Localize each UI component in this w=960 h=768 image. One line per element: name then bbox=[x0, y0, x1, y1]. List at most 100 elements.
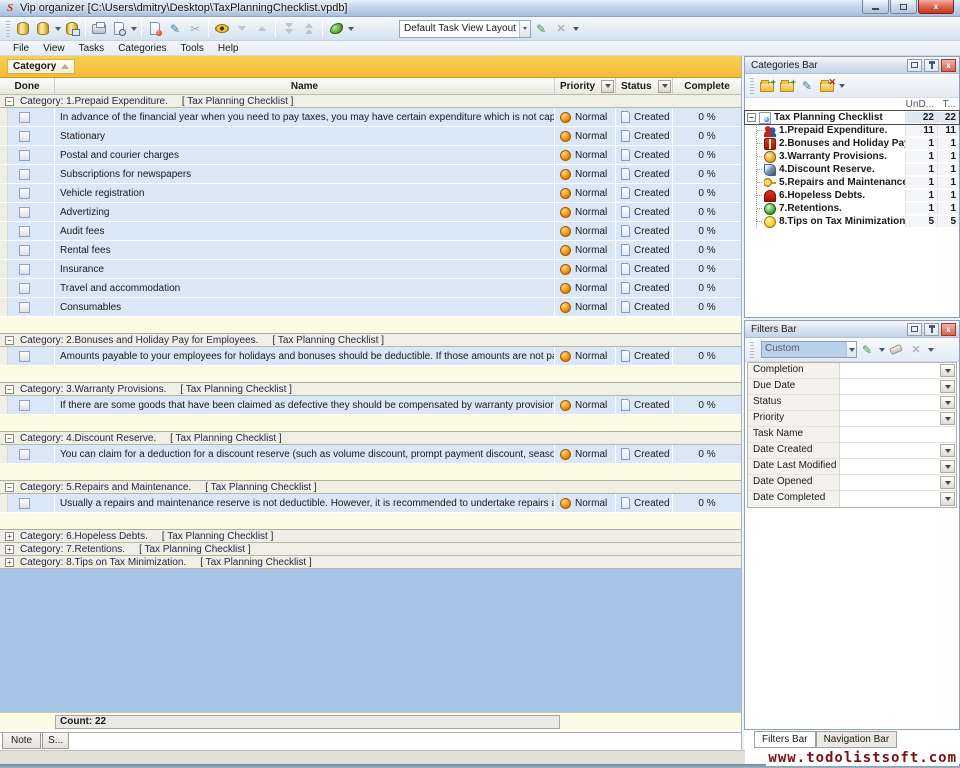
group-header[interactable]: − Category: 1.Prepaid Expenditure. [ Tax… bbox=[0, 95, 741, 108]
group-header[interactable]: − Category: 4.Discount Reserve. [ Tax Pl… bbox=[0, 432, 741, 445]
group-header[interactable]: − Category: 2.Bonuses and Holiday Pay fo… bbox=[0, 334, 741, 347]
note-panel-tab[interactable]: S... bbox=[42, 733, 69, 749]
task-checkbox[interactable] bbox=[19, 283, 30, 294]
column-header-done[interactable]: Done bbox=[0, 78, 55, 94]
priority-cell[interactable]: Normal bbox=[555, 203, 616, 221]
task-name[interactable]: Insurance bbox=[55, 260, 555, 278]
group-expand-icon[interactable]: − bbox=[5, 483, 14, 492]
filter-dropdown-button[interactable] bbox=[940, 492, 955, 506]
status-cell[interactable]: Created bbox=[616, 222, 673, 240]
task-row[interactable]: Subscriptions for newspapers Normal Crea… bbox=[0, 165, 741, 184]
category-label[interactable]: 3.Warranty Provisions. bbox=[779, 151, 905, 162]
menu-categories[interactable]: Categories bbox=[111, 41, 173, 55]
new-subcategory-button[interactable]: + bbox=[777, 76, 797, 96]
open-database-dropdown[interactable] bbox=[53, 19, 62, 39]
delete-filter-button[interactable]: ✕ bbox=[906, 340, 926, 360]
save-filter-button[interactable]: ✎ bbox=[857, 340, 877, 360]
print-dropdown[interactable] bbox=[129, 19, 138, 39]
note-panel-tab[interactable]: Note bbox=[2, 733, 41, 749]
group-expand-icon[interactable]: − bbox=[5, 97, 14, 106]
status-cell[interactable]: Created bbox=[616, 146, 673, 164]
task-name[interactable]: Travel and accommodation bbox=[55, 279, 555, 297]
status-cell[interactable]: Created bbox=[616, 494, 673, 512]
filter-value-field[interactable] bbox=[840, 411, 939, 426]
toolbar-grip[interactable] bbox=[750, 78, 754, 94]
task-checkbox[interactable] bbox=[19, 188, 30, 199]
filter-value-field[interactable] bbox=[840, 363, 939, 378]
clear-filter-button[interactable] bbox=[886, 340, 906, 360]
panel-pin-button[interactable] bbox=[924, 59, 939, 72]
task-name[interactable]: You can claim for a deduction for a disc… bbox=[55, 445, 555, 463]
task-name[interactable]: If there are some goods that have been c… bbox=[55, 396, 555, 414]
task-row[interactable]: Usually a repairs and maintenance reserv… bbox=[0, 494, 741, 513]
group-header[interactable]: + Category: 7.Retentions. [ Tax Planning… bbox=[0, 543, 741, 556]
task-row[interactable]: Advertizing Normal Created 0 % bbox=[0, 203, 741, 222]
priority-cell[interactable]: Normal bbox=[555, 127, 616, 145]
edit-category-button[interactable]: ✎ bbox=[797, 76, 817, 96]
task-checkbox[interactable] bbox=[19, 302, 30, 313]
toolbar-grip[interactable] bbox=[750, 342, 754, 358]
priority-cell[interactable]: Normal bbox=[555, 298, 616, 316]
status-cell[interactable]: Created bbox=[616, 396, 673, 414]
status-cell[interactable]: Created bbox=[616, 127, 673, 145]
category-tree-item[interactable]: 4.Discount Reserve. 1 1 bbox=[757, 163, 959, 176]
delete-layout-button[interactable]: ✕ bbox=[551, 19, 571, 39]
filter-preset-dropdown[interactable] bbox=[846, 342, 856, 357]
priority-cell[interactable]: Normal bbox=[555, 260, 616, 278]
task-checkbox[interactable] bbox=[19, 245, 30, 256]
task-checkbox[interactable] bbox=[19, 498, 30, 509]
open-database-button[interactable] bbox=[33, 19, 53, 39]
task-row[interactable]: Vehicle registration Normal Created 0 % bbox=[0, 184, 741, 203]
category-label[interactable]: 8.Tips on Tax Minimization. bbox=[779, 216, 905, 227]
categories-more-dropdown[interactable] bbox=[837, 76, 846, 96]
task-checkbox[interactable] bbox=[19, 226, 30, 237]
priority-cell[interactable]: Normal bbox=[555, 347, 616, 365]
status-cell[interactable]: Created bbox=[616, 108, 673, 126]
group-expand-icon[interactable]: + bbox=[5, 532, 14, 541]
priority-cell[interactable]: Normal bbox=[555, 165, 616, 183]
filter-dropdown-button[interactable] bbox=[940, 476, 955, 489]
task-name[interactable]: Postal and courier charges bbox=[55, 146, 555, 164]
move-down-button[interactable] bbox=[232, 19, 252, 39]
cut-task-button[interactable]: ✂ bbox=[185, 19, 205, 39]
toolbar-grip[interactable] bbox=[6, 21, 10, 37]
task-name[interactable]: In advance of the financial year when yo… bbox=[55, 108, 555, 126]
new-task-button[interactable] bbox=[145, 19, 165, 39]
group-expand-icon[interactable]: − bbox=[5, 336, 14, 345]
task-row[interactable]: Postal and courier charges Normal Create… bbox=[0, 146, 741, 165]
group-by-category-button[interactable]: Category bbox=[7, 59, 75, 74]
task-row[interactable]: Rental fees Normal Created 0 % bbox=[0, 241, 741, 260]
filter-value-field[interactable] bbox=[840, 459, 939, 474]
task-row[interactable]: In advance of the financial year when yo… bbox=[0, 108, 741, 127]
status-cell[interactable]: Created bbox=[616, 445, 673, 463]
status-cell[interactable]: Created bbox=[616, 298, 673, 316]
category-label[interactable]: 2.Bonuses and Holiday Pay bbox=[779, 138, 905, 149]
menu-file[interactable]: File bbox=[6, 41, 36, 55]
task-checkbox[interactable] bbox=[19, 351, 30, 362]
task-checkbox[interactable] bbox=[19, 449, 30, 460]
task-name[interactable]: Amounts payable to your employees for ho… bbox=[55, 347, 555, 365]
filter-value-field[interactable] bbox=[840, 443, 939, 458]
category-tree-item[interactable]: 6.Hopeless Debts. 1 1 bbox=[757, 189, 959, 202]
layout-combo-dropdown[interactable] bbox=[519, 21, 530, 37]
task-checkbox[interactable] bbox=[19, 264, 30, 275]
category-root-label[interactable]: Tax Planning Checklist bbox=[774, 112, 905, 123]
task-row[interactable]: Audit fees Normal Created 0 % bbox=[0, 222, 741, 241]
category-label[interactable]: 4.Discount Reserve. bbox=[779, 164, 905, 175]
filter-preset-combo[interactable]: Custom bbox=[761, 341, 857, 358]
layout-options-dropdown[interactable] bbox=[571, 19, 580, 39]
task-name[interactable]: Rental fees bbox=[55, 241, 555, 259]
group-expand-icon[interactable]: + bbox=[5, 558, 14, 567]
priority-cell[interactable]: Normal bbox=[555, 222, 616, 240]
task-checkbox[interactable] bbox=[19, 169, 30, 180]
layout-combo[interactable]: Default Task View Layout bbox=[399, 20, 531, 38]
column-header-complete[interactable]: Complete bbox=[673, 78, 741, 94]
view-task-button[interactable] bbox=[212, 19, 232, 39]
tree-header-undone[interactable]: UnD... bbox=[905, 99, 937, 110]
status-cell[interactable]: Created bbox=[616, 260, 673, 278]
panel-close-button[interactable]: x bbox=[941, 323, 956, 336]
filter-dropdown-button[interactable] bbox=[940, 444, 955, 457]
filter-dropdown-button[interactable] bbox=[940, 380, 955, 393]
group-header[interactable]: − Category: 3.Warranty Provisions. [ Tax… bbox=[0, 383, 741, 396]
task-name[interactable]: Vehicle registration bbox=[55, 184, 555, 202]
